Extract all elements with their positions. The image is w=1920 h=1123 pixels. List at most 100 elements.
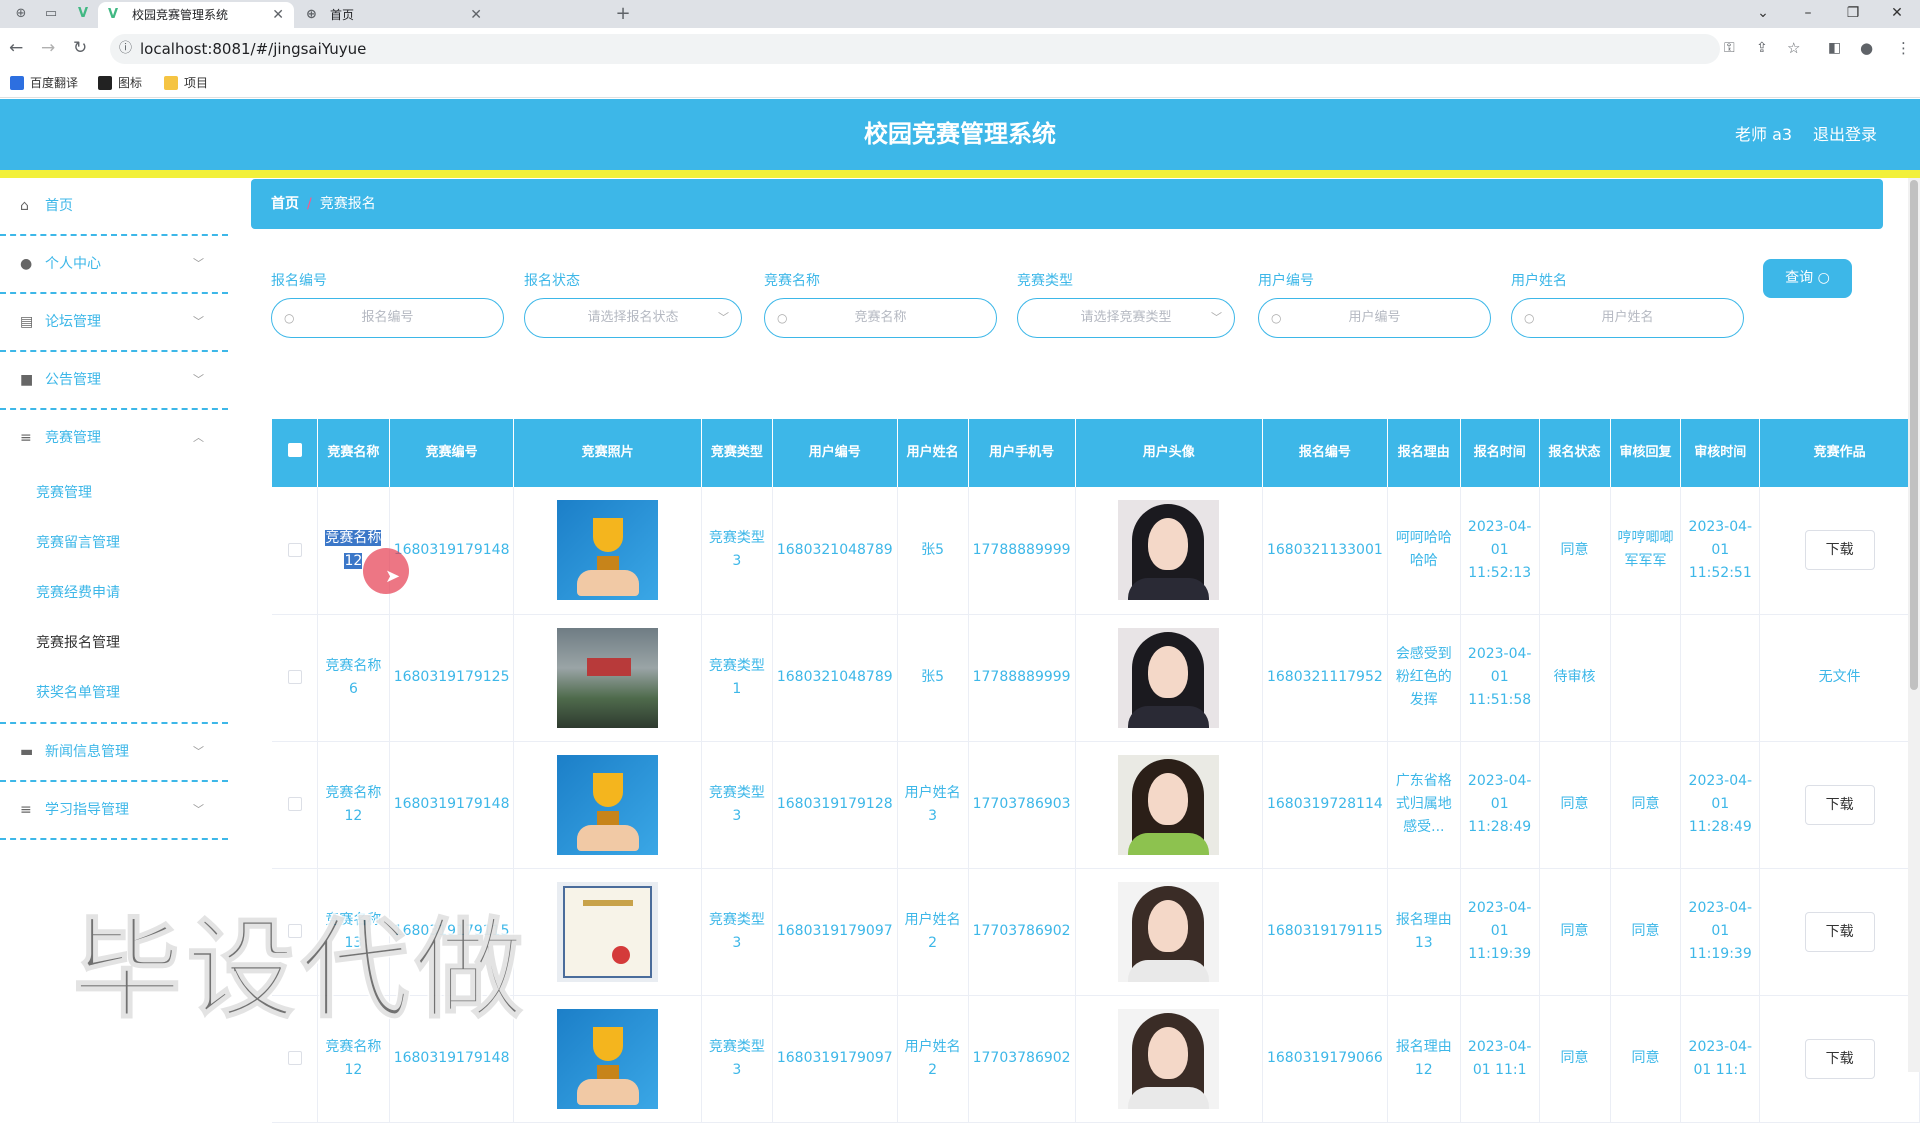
reload-icon[interactable]: ↻ [73, 37, 87, 59]
cell-rtime: 2023-04-01 11:19:39 [1680, 868, 1761, 996]
key-icon[interactable]: ⚿ [1724, 37, 1735, 59]
cell-rtime [1680, 614, 1761, 742]
row-checkbox[interactable] [272, 614, 319, 742]
user-name-input[interactable]: ○ 用户姓名 [1511, 298, 1744, 338]
cell-status: 同意 [1539, 741, 1611, 869]
vue-icon[interactable]: V [74, 5, 92, 23]
user-icon: ● [20, 256, 33, 272]
scrollbar-thumb[interactable] [1910, 180, 1918, 690]
sidebar-item-competition[interactable]: ≡ 竞赛管理 ︿ [0, 410, 228, 468]
cell-phone: 17788889999 [968, 487, 1076, 615]
cell-code: 1680319179148 [389, 741, 515, 869]
sidebar: ⌂ 首页 ● 个人中心 ﹀ ▤ 论坛管理 ﹀ ■ 公告管理 ﹀ ≡ 竞赛管理 ︿… [0, 178, 228, 840]
close-icon[interactable]: ✕ [272, 2, 284, 28]
bookmark-item[interactable]: 百度翻译 [10, 75, 78, 91]
globe-icon[interactable]: ⊕ [12, 5, 30, 23]
competition-image[interactable] [557, 500, 659, 601]
download-button[interactable]: 下载 [1804, 911, 1875, 952]
share-icon[interactable]: ⇪ [1756, 37, 1768, 59]
new-tab-icon[interactable]: + [614, 5, 632, 23]
download-button[interactable]: 下载 [1804, 530, 1875, 571]
competition-image[interactable] [557, 881, 659, 982]
table-row: 竞赛名称6 1680319179125 竞赛类型1 1680321048789 张5 17… [272, 614, 1920, 742]
star-icon[interactable]: ☆ [1787, 37, 1800, 59]
breadcrumb: 首页 / 竞赛报名 [251, 179, 1883, 229]
competition-image[interactable] [557, 1008, 659, 1109]
tab-search-icon[interactable]: ⌄ [1740, 0, 1786, 28]
blank-tab-icon[interactable]: ▭ [42, 5, 60, 23]
cell-name: 竞赛名称6 [317, 614, 390, 742]
cell-status: 待审核 [1539, 614, 1611, 742]
cell-text: 哼哼唧唧军军军 [1617, 530, 1674, 570]
restore-icon[interactable]: ❐ [1830, 0, 1876, 28]
competition-photo [513, 487, 702, 615]
submenu-awards[interactable]: 获奖名单管理 [0, 668, 228, 718]
table-header-row: 竞赛名称 竞赛编号 竞赛照片 竞赛类型 用户编号 用户姓名 用户手机号 用户头像… [272, 419, 1920, 487]
submenu-funding[interactable]: 竞赛经费申请 [0, 568, 228, 618]
competition-image[interactable] [557, 754, 659, 855]
bookmark-item[interactable]: 项目 [164, 75, 208, 91]
url-field[interactable]: ⓘ localhost:8081/#/jingsaiYuyue [110, 34, 1720, 64]
forward-icon[interactable]: → [41, 37, 55, 59]
cell-rtime: 2023-04-01 11:52:51 [1680, 487, 1761, 615]
cell-uid: 1680321048789 [772, 487, 898, 615]
search-button[interactable]: 查询 ○ [1763, 259, 1852, 298]
breadcrumb-home[interactable]: 首页 [271, 196, 299, 212]
chevron-down-icon: ﹀ [718, 311, 729, 324]
column-header: 审核时间 [1680, 419, 1761, 487]
tab-title: 校园竞赛管理系统 [132, 8, 229, 22]
user-avatar [1075, 741, 1263, 869]
cell-regno: 1680321133001 [1262, 487, 1388, 615]
cell-status: 同意 [1539, 868, 1611, 996]
competition-image[interactable] [557, 627, 659, 728]
avatar[interactable] [1118, 627, 1220, 728]
avatar[interactable] [1118, 881, 1220, 982]
sidebar-item-news[interactable]: ▬ 新闻信息管理 ﹀ [0, 724, 228, 782]
cell-type: 竞赛类型3 [701, 868, 773, 996]
status-select[interactable]: 请选择报名状态 ﹀ [524, 298, 742, 338]
sidebar-item-study[interactable]: ≡ 学习指导管理 ﹀ [0, 782, 228, 840]
cell-text: 17703786902 [972, 1050, 1071, 1066]
window-close-icon[interactable]: ✕ [1874, 0, 1920, 28]
competition-name-input[interactable]: ○ 竞赛名称 [764, 298, 997, 338]
avatar[interactable] [1118, 754, 1220, 855]
cell-text: 1680319179148 [393, 1050, 510, 1066]
sidebar-item-home[interactable]: ⌂ 首页 [0, 178, 228, 236]
column-header: 竞赛作品 [1759, 419, 1920, 487]
back-icon[interactable]: ← [9, 37, 23, 59]
submenu-competition[interactable]: 竞赛管理 [0, 468, 228, 518]
cell-text: 2023-04-01 11:52:51 [1688, 518, 1753, 581]
regno-search-input[interactable]: ○ 报名编号 [271, 298, 504, 338]
sidebar-item-personal[interactable]: ● 个人中心 ﹀ [0, 236, 228, 294]
chevron-down-icon: ﹀ [193, 803, 204, 816]
row-checkbox[interactable] [272, 487, 319, 615]
sidepanel-icon[interactable]: ◧ [1828, 37, 1841, 59]
menu-dots-icon[interactable]: ⋮ [1896, 37, 1911, 59]
sidebar-item-notice[interactable]: ■ 公告管理 ﹀ [0, 352, 228, 410]
close-icon[interactable]: ✕ [470, 2, 482, 28]
info-icon[interactable]: ⓘ [119, 34, 132, 64]
avatar[interactable] [1118, 500, 1220, 601]
user-id-input[interactable]: ○ 用户编号 [1258, 298, 1491, 338]
download-button[interactable]: 下载 [1804, 1038, 1875, 1079]
submenu-messages[interactable]: 竞赛留言管理 [0, 518, 228, 568]
minimize-icon[interactable]: – [1785, 0, 1831, 28]
select-all-checkbox[interactable] [272, 419, 319, 487]
page-scrollbar[interactable] [1908, 178, 1920, 1072]
profile-icon[interactable]: ● [1860, 37, 1873, 59]
competition-type-select[interactable]: 请选择竞赛类型 ﹀ [1017, 298, 1235, 338]
cell-text: 张5 [921, 541, 945, 558]
logout-button[interactable]: 退出登录 [1813, 99, 1877, 170]
download-button[interactable]: 下载 [1804, 784, 1875, 825]
cell-text: 竞赛类型1 [708, 657, 765, 697]
sidebar-item-forum[interactable]: ▤ 论坛管理 ﹀ [0, 294, 228, 352]
tab-active[interactable]: V 校园竞赛管理系统 ✕ [98, 2, 294, 28]
submenu-registration[interactable]: 竞赛报名管理 [0, 618, 228, 668]
avatar[interactable] [1118, 1008, 1220, 1109]
column-header: 审核回复 [1610, 419, 1682, 487]
tab-home[interactable]: ⊕ 首页 ✕ [296, 2, 492, 28]
filter-label: 报名编号 [271, 273, 327, 289]
row-checkbox[interactable] [272, 741, 319, 869]
bookmark-item[interactable]: 图标 [98, 75, 142, 91]
filter-label: 报名状态 [524, 273, 580, 289]
